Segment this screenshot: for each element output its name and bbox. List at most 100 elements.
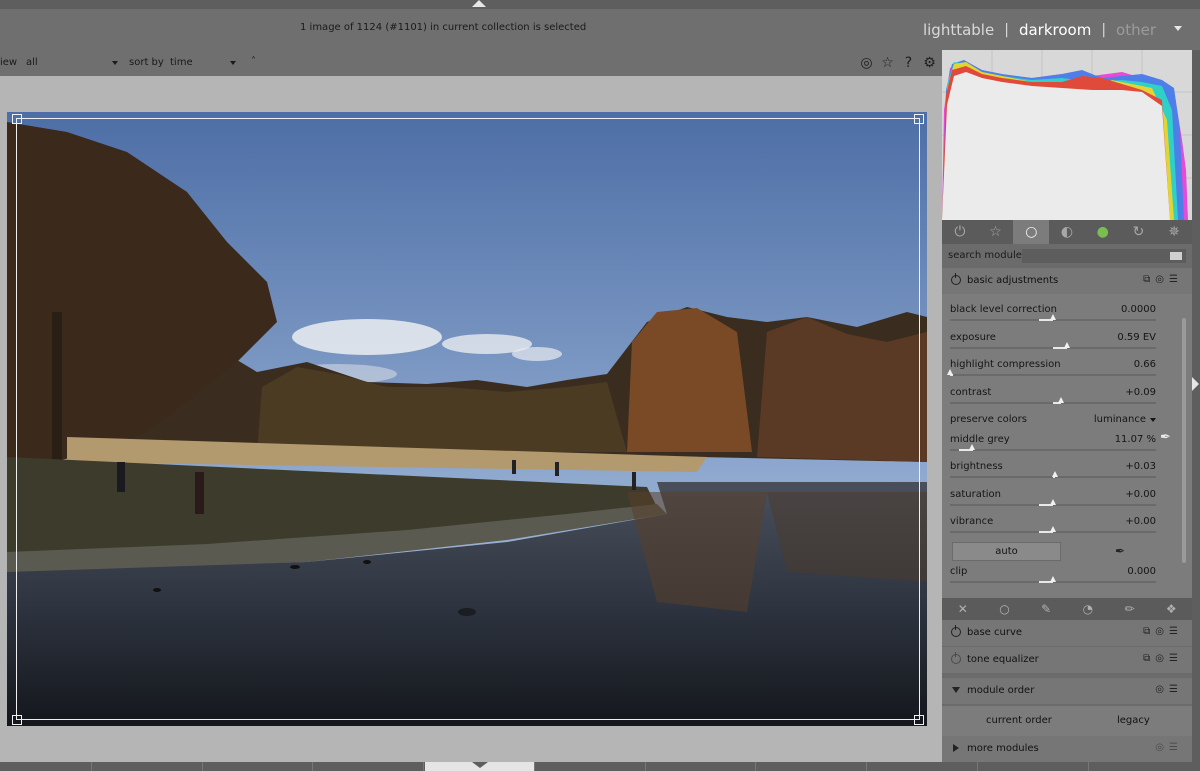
slider-contrast[interactable]: contrast +0.09: [950, 387, 1156, 413]
slider-value[interactable]: +0.00: [1125, 516, 1156, 527]
crop-handle-bottom-left[interactable]: [12, 715, 22, 725]
gear-icon[interactable]: ⚙: [921, 54, 938, 71]
slider-value[interactable]: +0.00: [1125, 489, 1156, 500]
grouping-icon[interactable]: ◎: [858, 54, 875, 71]
slider-marker[interactable]: [946, 369, 953, 375]
reset-icon[interactable]: ◎: [1155, 626, 1164, 637]
presets-icon[interactable]: ☰: [1169, 653, 1178, 664]
active-modules-icon[interactable]: ⏻: [942, 220, 978, 244]
slider-black-level-correction[interactable]: black level correction 0.0000: [950, 304, 1156, 330]
crop-handle-top-left[interactable]: [12, 114, 22, 124]
collapse-bottom-arrow-icon[interactable]: [472, 762, 488, 768]
color-group-icon[interactable]: ●: [1085, 220, 1121, 244]
right-panel-toggle[interactable]: [1192, 50, 1200, 762]
slider-marker[interactable]: [1063, 342, 1070, 348]
slider-marker[interactable]: [1049, 576, 1056, 582]
reset-icon[interactable]: ◎: [1155, 742, 1164, 753]
slider-highlight-compression[interactable]: highlight compression 0.66: [946, 359, 1156, 385]
slider-exposure[interactable]: exposure 0.59 EV: [950, 332, 1156, 358]
slider-value[interactable]: 0.59 EV: [1117, 332, 1156, 343]
tone-group-icon[interactable]: ◐: [1049, 220, 1085, 244]
slider-vibrance[interactable]: vibrance +0.00: [950, 516, 1156, 542]
reset-icon[interactable]: ◎: [1155, 653, 1164, 664]
slider-marker[interactable]: [1049, 499, 1056, 505]
power-icon[interactable]: [951, 652, 961, 664]
uniform-mask-icon[interactable]: ○: [984, 598, 1026, 620]
favorites-icon[interactable]: ☆: [978, 220, 1014, 244]
drawn-mask-icon[interactable]: ✎: [1025, 598, 1067, 620]
slider-marker[interactable]: [1049, 526, 1056, 532]
reset-icon[interactable]: ◎: [1155, 274, 1164, 285]
tone-equalizer-header[interactable]: tone equalizer ⧉ ◎ ☰: [942, 647, 1192, 673]
slider-clip[interactable]: clip 0.000: [950, 566, 1156, 592]
view-other[interactable]: other: [1116, 21, 1156, 39]
slider-marker[interactable]: [1049, 314, 1056, 320]
slider-value[interactable]: 0.000: [1127, 566, 1156, 577]
slider-marker[interactable]: [969, 444, 976, 450]
histogram[interactable]: [942, 50, 1192, 220]
star-icon[interactable]: ☆: [879, 54, 896, 71]
image-canvas[interactable]: [7, 112, 927, 771]
correct-group-icon[interactable]: ↻: [1121, 220, 1157, 244]
auto-button[interactable]: auto: [952, 542, 1061, 561]
slider-marker[interactable]: [1057, 397, 1064, 403]
drawn-parametric-mask-icon[interactable]: ✏: [1109, 598, 1151, 620]
preserve-colors-select[interactable]: preserve colors luminance: [950, 414, 1156, 432]
base-curve-header[interactable]: base curve ⧉ ◎ ☰: [942, 620, 1192, 646]
view-filter-select[interactable]: all: [26, 57, 38, 68]
module-title: more modules: [967, 743, 1039, 754]
power-icon[interactable]: [951, 273, 961, 285]
slider-value[interactable]: +0.03: [1125, 461, 1156, 472]
reset-icon[interactable]: ◎: [1155, 684, 1164, 695]
preserve-colors-value[interactable]: luminance: [1094, 414, 1146, 425]
collapse-right-arrow-icon[interactable]: [1192, 377, 1199, 391]
slider-value[interactable]: +0.09: [1125, 387, 1156, 398]
mask-off-icon[interactable]: ✕: [942, 598, 984, 620]
slider-brightness[interactable]: brightness +0.03: [950, 461, 1156, 487]
slider-middle-grey[interactable]: middle grey 11.07 %: [950, 434, 1156, 460]
slider-value[interactable]: 11.07 %: [1115, 434, 1156, 445]
filmstrip-divider: [423, 762, 424, 771]
module-order-header[interactable]: module order ◎ ☰: [942, 678, 1192, 704]
panel-scrollbar[interactable]: [1182, 318, 1186, 563]
auto-picker-icon[interactable]: ✒: [1115, 544, 1125, 558]
parametric-mask-icon[interactable]: ◔: [1067, 598, 1109, 620]
effect-group-icon[interactable]: ✵: [1156, 220, 1192, 244]
chevron-down-icon[interactable]: [1150, 418, 1156, 422]
filmstrip-divider: [1088, 762, 1089, 771]
raster-mask-icon[interactable]: ❖: [1150, 598, 1192, 620]
clear-search-icon[interactable]: [1170, 252, 1182, 260]
chevron-down-icon[interactable]: [1174, 26, 1182, 31]
basic-adjustments-header[interactable]: basic adjustments ⧉ ◎ ☰: [942, 268, 1192, 294]
instances-icon[interactable]: ⧉: [1143, 626, 1150, 637]
presets-icon[interactable]: ☰: [1169, 742, 1178, 753]
sort-direction-toggle[interactable]: ˄: [251, 56, 256, 67]
legacy-order-button[interactable]: legacy: [1117, 715, 1150, 726]
sort-caret-icon[interactable]: [230, 61, 236, 65]
search-module-input[interactable]: [1022, 249, 1186, 263]
presets-icon[interactable]: ☰: [1169, 684, 1178, 695]
slider-value[interactable]: 0.66: [1134, 359, 1156, 370]
sort-label: sort by: [129, 57, 164, 68]
presets-icon[interactable]: ☰: [1169, 626, 1178, 637]
instances-icon[interactable]: ⧉: [1143, 274, 1150, 285]
view-filter-caret-icon[interactable]: [112, 61, 118, 65]
top-panel-toggle[interactable]: [0, 0, 1200, 9]
presets-icon[interactable]: ☰: [1169, 274, 1178, 285]
collapse-top-arrow-icon[interactable]: [472, 0, 486, 7]
help-icon[interactable]: ?: [900, 54, 917, 71]
slider-saturation[interactable]: saturation +0.00: [950, 489, 1156, 515]
slider-marker[interactable]: [1051, 471, 1058, 477]
bottom-filmstrip-strip[interactable]: [0, 762, 1200, 771]
view-lighttable[interactable]: lighttable: [923, 21, 994, 39]
instances-icon[interactable]: ⧉: [1143, 653, 1150, 664]
sort-select[interactable]: time: [170, 57, 193, 68]
basic-group-icon[interactable]: ○: [1013, 220, 1050, 244]
power-icon[interactable]: [951, 625, 961, 637]
crop-handle-bottom-right[interactable]: [914, 715, 924, 725]
crop-handle-top-right[interactable]: [914, 114, 924, 124]
slider-value[interactable]: 0.0000: [1121, 304, 1156, 315]
more-modules-header[interactable]: more modules ◎ ☰: [942, 736, 1192, 762]
view-darkroom[interactable]: darkroom: [1019, 21, 1091, 39]
color-picker-icon[interactable]: ✒: [1160, 430, 1171, 445]
